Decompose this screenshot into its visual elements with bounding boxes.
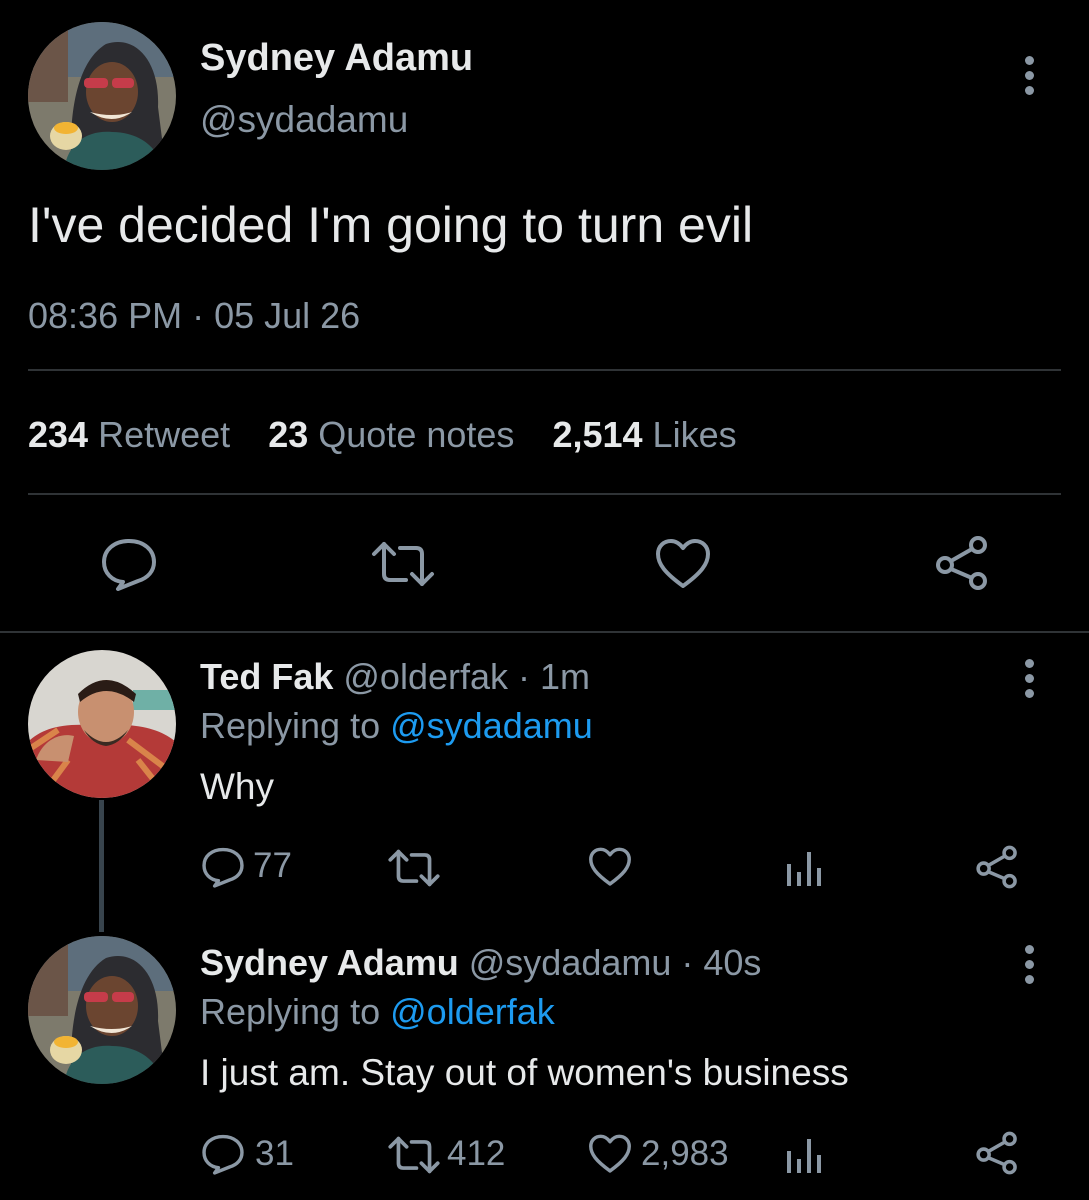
retweet-count: 412 [447, 1134, 506, 1173]
tweet-timestamp: 08:36 PM · 05 Jul 26 [28, 295, 361, 336]
reply-more-icon[interactable] [1023, 945, 1035, 984]
reply-count: 77 [253, 846, 292, 885]
avatar-ted-image [28, 650, 176, 798]
reply-header: Sydney Adamu @sydadamu · 40s [200, 942, 761, 984]
share-nodes-icon[interactable] [934, 535, 990, 591]
tweet-more-icon[interactable] [1023, 56, 1035, 95]
replying-to: Replying to @olderfak [200, 991, 555, 1033]
reply-header: Ted Fak @olderfak · 1m [200, 656, 590, 698]
tweet-author-name[interactable]: Sydney Adamu [200, 37, 473, 80]
retweet-label[interactable]: Retweet [98, 414, 230, 455]
reply-author-name[interactable]: Ted Fak [200, 656, 333, 697]
reply-text: Why [200, 766, 274, 807]
divider [28, 493, 1061, 495]
comment-bubble-icon[interactable] [100, 537, 158, 591]
reply-more-icon[interactable] [1023, 659, 1035, 698]
retweet-arrows-icon[interactable] [387, 848, 441, 888]
avatar-ted[interactable] [28, 650, 176, 798]
reply-author-name[interactable]: Sydney Adamu [200, 942, 459, 983]
bar-chart-icon[interactable] [786, 848, 822, 888]
reply-meta[interactable]: @olderfak · 1m [343, 656, 590, 697]
reply-text: I just am. Stay out of women's business [200, 1052, 849, 1093]
replying-to-label: Replying to [200, 705, 381, 746]
avatar-sydney[interactable] [28, 22, 176, 170]
divider [28, 369, 1061, 371]
retweet-arrows-icon[interactable] [387, 1135, 441, 1175]
retweet-arrows-icon[interactable] [370, 540, 436, 588]
comment-bubble-icon[interactable] [201, 846, 245, 888]
quote-count[interactable]: 23 [268, 414, 308, 455]
tweet-stats: 234 Retweet 23 Quote notes 2,514 Likes [28, 414, 737, 456]
replying-to-handle[interactable]: @olderfak [390, 991, 555, 1032]
share-nodes-icon[interactable] [975, 845, 1019, 889]
tweet-author-handle[interactable]: @sydadamu [200, 99, 408, 141]
replying-to-label: Replying to [200, 991, 381, 1032]
avatar-sydney-image [28, 22, 176, 170]
share-nodes-icon[interactable] [975, 1131, 1019, 1175]
heart-icon[interactable] [588, 1134, 632, 1174]
quote-label[interactable]: Quote notes [318, 414, 514, 455]
tweet-text: I've decided I'm going to turn evil [28, 197, 754, 253]
replying-to-handle[interactable]: @sydadamu [390, 705, 593, 746]
avatar-sydney-reply[interactable] [28, 936, 176, 1084]
like-count: 2,983 [641, 1134, 729, 1173]
heart-icon[interactable] [588, 847, 632, 887]
like-count[interactable]: 2,514 [552, 414, 642, 455]
replying-to: Replying to @sydadamu [200, 705, 593, 747]
reply-count: 31 [255, 1134, 294, 1173]
reply-meta[interactable]: @sydadamu · 40s [469, 942, 762, 983]
retweet-count[interactable]: 234 [28, 414, 88, 455]
heart-icon[interactable] [655, 538, 711, 590]
thread-line [99, 800, 104, 932]
bar-chart-icon[interactable] [786, 1135, 822, 1175]
comment-bubble-icon[interactable] [201, 1133, 245, 1175]
like-label[interactable]: Likes [653, 414, 737, 455]
divider [0, 631, 1089, 633]
avatar-sydney-reply-image [28, 936, 176, 1084]
